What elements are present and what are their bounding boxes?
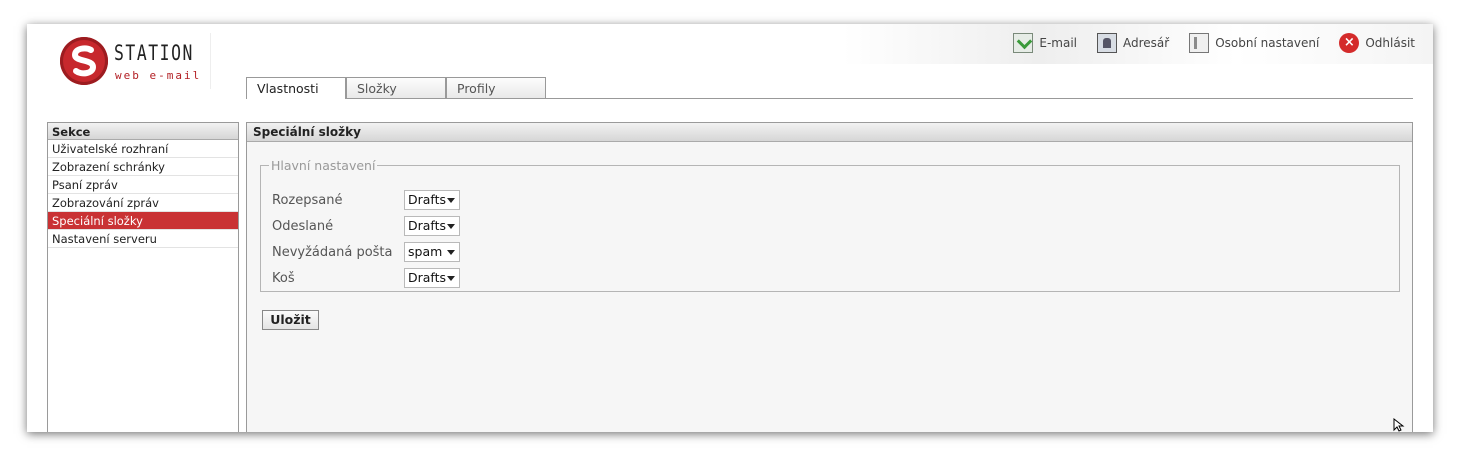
personal-settings-icon (1189, 33, 1210, 53)
address-book-icon (1097, 33, 1118, 53)
drafts-folder-select[interactable]: Drafts (404, 190, 460, 210)
address-book-link-label: Adresář (1123, 36, 1170, 50)
trash-folder-value: Drafts (408, 270, 447, 285)
section-item-message-display[interactable]: Zobrazování zpráv (48, 194, 238, 212)
sent-folder-value: Drafts (408, 218, 447, 233)
drafts-folder-value: Drafts (408, 192, 447, 207)
logout-link[interactable]: × Odhlásit (1339, 33, 1415, 53)
logout-link-label: Odhlásit (1365, 36, 1415, 50)
mouse-cursor-icon (1393, 418, 1405, 432)
station-logo: STATION web e-mail (46, 33, 211, 89)
tab-folders[interactable]: Složky (346, 77, 446, 98)
logo-subtitle: web e-mail (115, 69, 202, 82)
chevron-down-icon (447, 224, 455, 229)
personal-settings-link[interactable]: Osobní nastavení (1189, 33, 1319, 53)
email-link[interactable]: E-mail (1013, 33, 1077, 53)
field-row-sent: Odeslané Drafts (272, 215, 460, 237)
chevron-down-icon (447, 198, 455, 203)
section-item-user-interface[interactable]: Uživatelské rozhraní (48, 140, 238, 158)
section-item-special-folders[interactable]: Speciální složky (48, 212, 238, 230)
junk-label: Nevyžádaná pošta (272, 244, 393, 260)
junk-folder-select[interactable]: spam (404, 242, 460, 262)
logo-name: STATION (114, 41, 194, 65)
top-navigation: E-mail Adresář Osobní nastavení × Odhlás… (1013, 33, 1415, 53)
station-logo-mark (60, 37, 108, 85)
drafts-label: Rozepsané (272, 192, 343, 208)
fieldset-legend: Hlavní nastavení (271, 158, 376, 173)
section-item-mailbox-view[interactable]: Zobrazení schránky (48, 158, 238, 176)
email-link-label: E-mail (1039, 36, 1078, 50)
address-book-link[interactable]: Adresář (1097, 33, 1169, 53)
tab-properties[interactable]: Vlastnosti (246, 77, 346, 99)
sections-panel: Sekce Uživatelské rozhraní Zobrazení sch… (47, 122, 239, 432)
personal-settings-link-label: Osobní nastavení (1215, 36, 1320, 50)
logout-icon: × (1339, 33, 1360, 53)
save-button[interactable]: Uložit (262, 310, 319, 330)
trash-folder-select[interactable]: Drafts (404, 268, 460, 288)
mail-download-icon (1013, 33, 1034, 53)
chevron-down-icon (447, 250, 455, 255)
panel-title: Speciální složky (247, 123, 1412, 142)
field-row-drafts: Rozepsané Drafts (272, 189, 460, 211)
section-item-composing[interactable]: Psaní zpráv (48, 176, 238, 194)
field-row-trash: Koš Drafts (272, 267, 460, 289)
settings-tabs: Vlastnosti Složky Profily (246, 77, 1413, 99)
field-row-junk: Nevyžádaná pošta spam (272, 241, 460, 263)
tab-profiles[interactable]: Profily (446, 77, 546, 98)
main-settings-fieldset: Hlavní nastavení Rozepsané Drafts Odesla… (260, 158, 1400, 292)
trash-label: Koš (272, 270, 295, 286)
app-window: STATION web e-mail E-mail Adresář Osobní… (27, 24, 1433, 432)
section-item-server-settings[interactable]: Nastavení serveru (48, 230, 238, 248)
special-folders-panel: Speciální složky Hlavní nastavení Rozeps… (246, 122, 1413, 432)
sent-label: Odeslané (272, 218, 334, 234)
sent-folder-select[interactable]: Drafts (404, 216, 460, 236)
sections-panel-title: Sekce (48, 123, 238, 140)
chevron-down-icon (447, 276, 455, 281)
junk-folder-value: spam (408, 244, 443, 259)
